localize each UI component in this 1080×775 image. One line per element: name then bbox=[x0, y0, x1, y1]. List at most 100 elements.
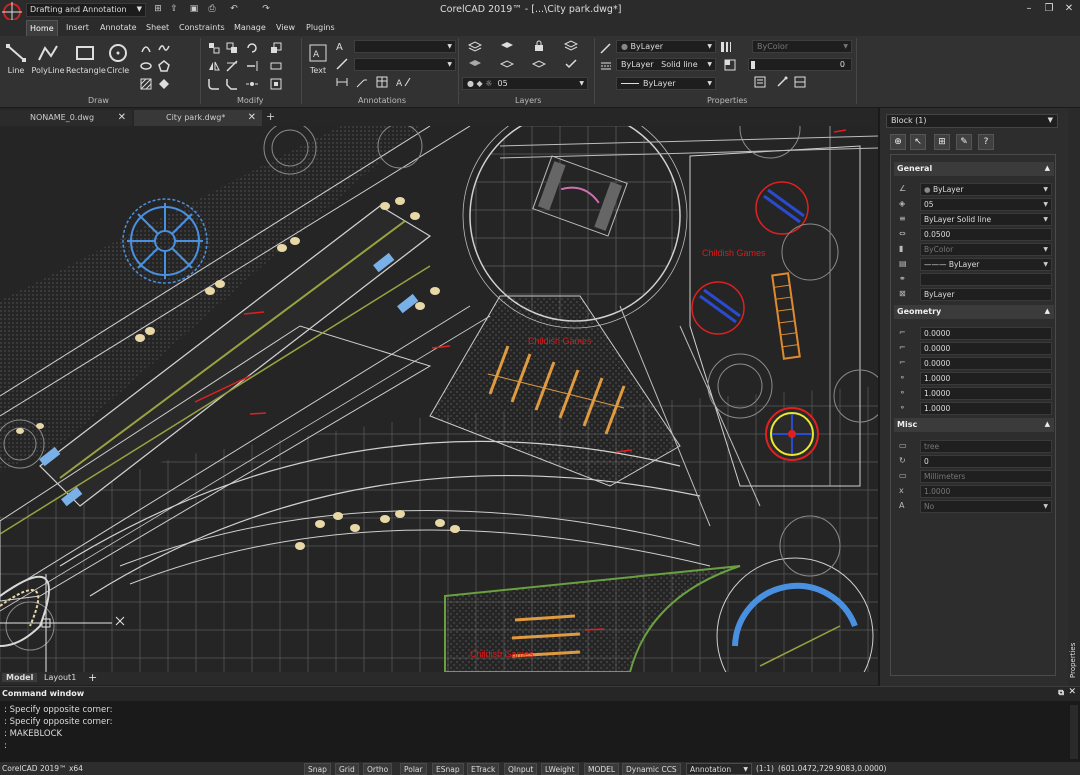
spline-icon[interactable] bbox=[158, 42, 170, 54]
lweight-toggle[interactable]: LWeight bbox=[541, 763, 579, 775]
close-button[interactable]: ✕ bbox=[1060, 2, 1078, 16]
cad-drawing[interactable]: Childish Games Childish Games Childish G… bbox=[0, 126, 878, 672]
transparency-icon[interactable] bbox=[724, 59, 736, 71]
annotation-scale-select[interactable]: Annotation ▼ bbox=[686, 763, 752, 775]
layer-manager-icon[interactable] bbox=[467, 40, 483, 52]
linear-dimension-icon[interactable] bbox=[336, 76, 348, 88]
snap-toggle[interactable]: Snap bbox=[304, 763, 331, 775]
save-icon[interactable]: ▣ bbox=[188, 3, 200, 15]
model-toggle[interactable]: MODEL bbox=[584, 763, 620, 775]
layer-freeze-icon[interactable] bbox=[499, 58, 515, 70]
doc-tab-noname[interactable]: NONAME_0.dwg ✕ bbox=[0, 110, 132, 126]
layer-previous-icon[interactable] bbox=[468, 58, 481, 70]
layer-off-icon[interactable] bbox=[531, 58, 547, 70]
workspace-select[interactable]: Drafting and Annotation ▼ bbox=[26, 3, 146, 17]
offset-icon[interactable] bbox=[270, 78, 282, 90]
qinput-toggle[interactable]: QInput bbox=[504, 763, 538, 775]
layer-match-icon[interactable] bbox=[564, 58, 577, 70]
ellipse-icon[interactable] bbox=[140, 60, 152, 72]
doc-tab-city-park[interactable]: City park.dwg* ✕ bbox=[134, 110, 262, 126]
quick-select-icon[interactable]: ⊕ bbox=[890, 134, 906, 150]
minimize-button[interactable]: – bbox=[1020, 2, 1038, 16]
tab-insert[interactable]: Insert bbox=[63, 22, 92, 33]
undo-icon[interactable]: ↶ bbox=[228, 3, 240, 15]
mirror-icon[interactable] bbox=[208, 60, 220, 72]
selection-select[interactable]: Block (1) ▼ bbox=[886, 114, 1058, 128]
layer-state-icon[interactable] bbox=[563, 40, 579, 52]
print-icon[interactable]: ⎙ bbox=[206, 3, 218, 15]
help-button[interactable]: ? bbox=[978, 134, 994, 150]
drawing-canvas[interactable]: Childish Games Childish Games Childish G… bbox=[0, 126, 878, 672]
layer-isolate-icon[interactable] bbox=[500, 40, 513, 52]
trim-icon[interactable] bbox=[226, 60, 238, 72]
grid-toggle[interactable]: Grid bbox=[335, 763, 359, 775]
tab-model[interactable]: Model bbox=[2, 673, 38, 682]
match-properties-icon[interactable] bbox=[600, 42, 612, 54]
table-icon[interactable] bbox=[376, 76, 388, 88]
color-select[interactable]: ● ByLayer ▼ bbox=[616, 40, 716, 53]
transparency-slider[interactable]: 0 bbox=[748, 58, 852, 71]
rectangle-tool[interactable]: Rectangle bbox=[66, 42, 106, 75]
command-scrollbar[interactable] bbox=[1070, 705, 1078, 759]
close-icon[interactable]: ✕ bbox=[118, 112, 126, 123]
lineweight-select[interactable]: ByLayer ▼ bbox=[616, 77, 716, 90]
current-layer-select[interactable]: ● ◆ ☼ 05 ▼ bbox=[462, 77, 588, 90]
corelcad-logo-icon[interactable] bbox=[2, 2, 22, 22]
plotstyle-select[interactable]: ByColor ▼ bbox=[752, 40, 852, 53]
explode-icon[interactable] bbox=[246, 78, 258, 90]
open-file-icon[interactable]: ⇪ bbox=[168, 3, 180, 15]
dimension-style-icon[interactable] bbox=[336, 58, 348, 70]
close-icon[interactable]: ✕ bbox=[248, 112, 256, 123]
stretch-icon[interactable] bbox=[270, 60, 282, 72]
linetype-select[interactable]: ByLayer Solid line ▼ bbox=[616, 58, 716, 71]
tab-constraints[interactable]: Constraints bbox=[176, 22, 228, 33]
text-edit-icon[interactable]: A bbox=[396, 76, 411, 89]
polyline-tool[interactable]: PolyLine bbox=[30, 42, 66, 75]
hatch-icon[interactable] bbox=[140, 78, 152, 90]
polar-toggle[interactable]: Polar bbox=[400, 763, 427, 775]
new-file-icon[interactable]: ⊞ bbox=[152, 3, 164, 15]
tab-manage[interactable]: Manage bbox=[231, 22, 269, 33]
lineweight-display-icon[interactable] bbox=[720, 41, 736, 53]
chamfer-icon[interactable] bbox=[226, 78, 238, 90]
tab-plugins[interactable]: Plugins bbox=[303, 22, 338, 33]
dimension-style-select[interactable]: ▼ bbox=[354, 58, 456, 71]
edit-block-icon[interactable]: ✎ bbox=[956, 134, 972, 150]
tab-layout1[interactable]: Layout1 bbox=[40, 673, 80, 682]
scale-icon[interactable] bbox=[270, 42, 282, 54]
properties-side-tab[interactable]: Properties bbox=[1068, 108, 1080, 686]
restore-button[interactable]: ❐ bbox=[1040, 2, 1058, 16]
fillet-icon[interactable] bbox=[208, 78, 220, 90]
add-tab-button[interactable]: + bbox=[266, 110, 284, 126]
arc-icon[interactable] bbox=[140, 42, 152, 54]
linetype-icon[interactable] bbox=[600, 60, 612, 72]
layer-lock-icon[interactable] bbox=[532, 40, 544, 52]
select-objects-icon[interactable]: ↖ bbox=[910, 134, 926, 150]
tab-annotate[interactable]: Annotate bbox=[97, 22, 140, 33]
copy-icon[interactable] bbox=[226, 42, 238, 54]
command-prompt[interactable]: : bbox=[4, 741, 7, 751]
properties-table-icon[interactable] bbox=[794, 76, 806, 88]
circle-tool[interactable]: Circle bbox=[104, 42, 132, 75]
line-tool[interactable]: Line bbox=[4, 42, 28, 75]
add-layout-button[interactable]: + bbox=[84, 671, 101, 684]
move-icon[interactable] bbox=[208, 42, 220, 54]
text-tool[interactable]: A Text bbox=[306, 44, 330, 75]
toggle-pickadd-icon[interactable]: ⊞ bbox=[934, 134, 950, 150]
tab-sheet[interactable]: Sheet bbox=[143, 22, 172, 33]
tab-view[interactable]: View bbox=[273, 22, 298, 33]
esnap-toggle[interactable]: ESnap bbox=[432, 763, 464, 775]
leader-icon[interactable] bbox=[356, 76, 368, 88]
ortho-toggle[interactable]: Ortho bbox=[363, 763, 393, 775]
etrack-toggle[interactable]: ETrack bbox=[467, 763, 500, 775]
redo-icon[interactable]: ↷ bbox=[260, 3, 272, 15]
undock-icon[interactable]: ⧉ bbox=[1058, 688, 1064, 698]
polygon-icon[interactable] bbox=[158, 60, 170, 72]
extend-icon[interactable] bbox=[246, 60, 258, 72]
text-style-icon[interactable]: A bbox=[336, 40, 348, 53]
text-style-select[interactable]: ▼ bbox=[354, 40, 456, 53]
dynamic-ccs-toggle[interactable]: Dynamic CCS bbox=[622, 763, 681, 775]
tab-home[interactable]: Home bbox=[26, 20, 58, 36]
slider-thumb[interactable] bbox=[751, 61, 755, 69]
list-icon[interactable] bbox=[754, 76, 766, 88]
